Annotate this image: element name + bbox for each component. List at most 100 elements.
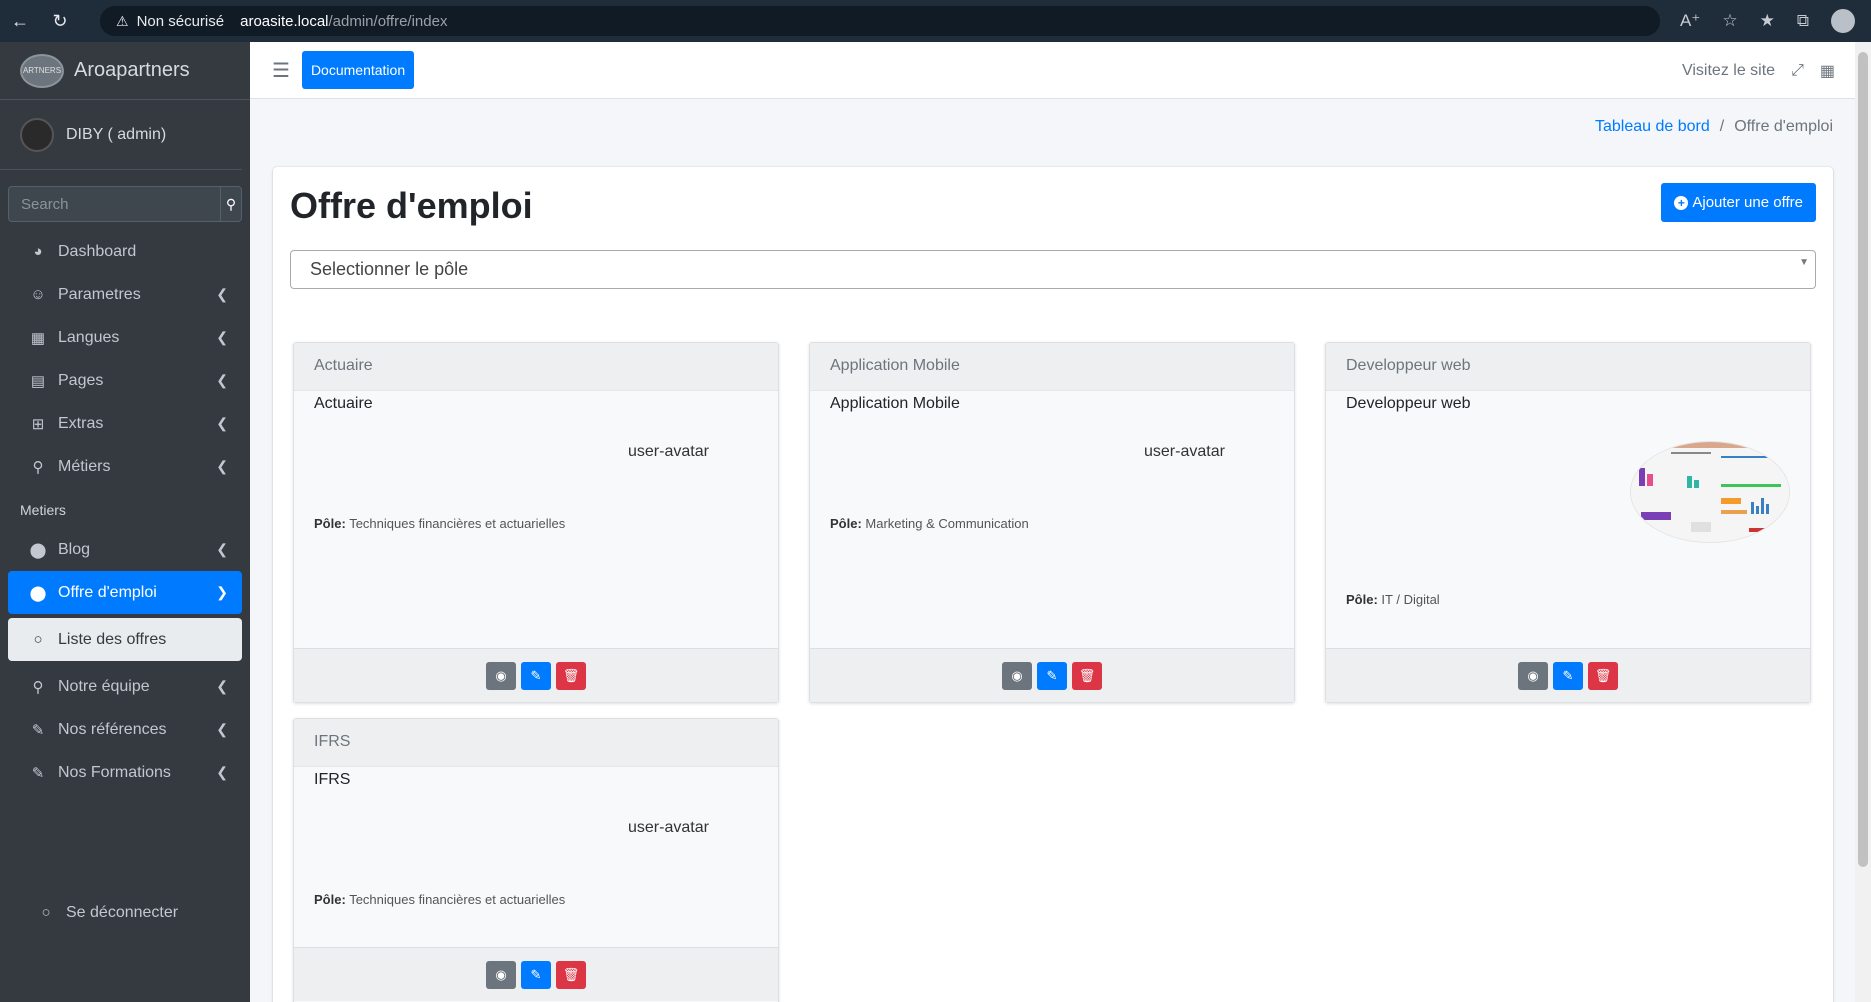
sidebar-item-label: Pages [58,371,104,389]
sidebar-item-nos-formations[interactable]: ✎ Nos Formations ❮ [8,751,242,794]
pole-label: Pôle: [314,516,346,531]
sidebar-item-langues[interactable]: ▦ Langues ❮ [8,316,242,359]
chevron-left-icon: ❮ [216,372,228,388]
search-icon: ⚲ [32,458,44,476]
add-offer-button[interactable]: + Ajouter une offre [1661,183,1816,222]
edit-icon: ✎ [530,667,542,683]
sidebar-item-label: Notre équipe [58,677,150,695]
offer-card-header: IFRS [294,719,778,767]
brand-logo-text: ARTNERS [22,66,62,75]
edit-button[interactable]: ✎ [521,661,551,690]
breadcrumb-separator: / [1719,118,1725,135]
edit-icon: ✎ [1562,667,1574,683]
fullscreen-icon[interactable]: ⤢ [1791,62,1804,80]
sidebar-item-dashboard[interactable]: ◕ Dashboard [8,230,242,273]
pole-label: Pôle: [314,892,346,907]
profile-icon[interactable] [1831,9,1855,33]
delete-button[interactable]: 🗑 [556,661,586,690]
address-bar[interactable]: ⚠ Non sécurisé aroasite.local/admin/offr… [100,6,1660,36]
main-card: Offre d'emploi + Ajouter une offre Selec… [273,167,1833,1002]
sidebar-item-blog[interactable]: ⬤ Blog ❮ [8,528,242,571]
breadcrumb: Tableau de bord / Offre d'emploi [1595,118,1833,136]
pole-select[interactable]: Selectionner le pôle ▼ [290,250,1816,289]
url-host: aroasite.local [240,12,329,30]
caret-down-icon: ▼ [1799,257,1809,268]
sidebar-item-offre-emploi[interactable]: ⬤ Offre d'emploi ❯ [8,571,242,614]
brand-logo: ARTNERS [20,53,64,88]
warning-icon: ⚠ [116,12,129,29]
user-panel[interactable]: DIBY ( admin) [0,100,242,170]
add-favorite-icon[interactable]: ☆ [1722,11,1737,31]
search-button[interactable]: ⚲ [220,186,242,222]
sidebar-item-parametres[interactable]: ☺ Parametres ❮ [8,273,242,316]
offer-card-actions: ◉ ✎ 🗑 [294,947,778,1001]
visit-site-link[interactable]: Visitez le site [1682,62,1775,80]
edit-button[interactable]: ✎ [1553,661,1583,690]
browser-toolbar: ← ↻ ⚠ Non sécurisé aroasite.local/admin/… [0,0,1871,42]
page-scrollbar[interactable] [1855,42,1871,1002]
sidebar-item-liste-offres[interactable]: ○ Liste des offres [8,618,242,661]
grid-icon[interactable]: ▦ [1820,61,1835,81]
pole-value: IT / Digital [1381,592,1440,607]
sidebar-item-extras[interactable]: ⊞ Extras ❮ [8,402,242,445]
edit-button[interactable]: ✎ [1037,661,1067,690]
trash-icon: 🗑 [562,667,580,683]
delete-button[interactable]: 🗑 [556,960,586,989]
read-aloud-icon[interactable]: A​⁺ [1680,11,1700,31]
offer-pole: Pôle: Techniques financières et actuarie… [314,892,565,907]
sidebar-item-notre-equipe[interactable]: ⚲ Notre équipe ❮ [8,665,242,708]
breadcrumb-home[interactable]: Tableau de bord [1595,118,1710,136]
sidebar-item-pages[interactable]: ▤ Pages ❮ [8,359,242,402]
edit-icon: ✎ [1046,667,1058,683]
scrollbar-thumb[interactable] [1858,52,1868,867]
back-icon[interactable]: ← [0,0,40,42]
offer-pole: Pôle: Techniques financières et actuarie… [314,516,565,531]
hamburger-icon[interactable]: ☰ [272,58,290,83]
view-button[interactable]: ◉ [486,661,516,690]
sidebar-item-label: Offre d'emploi [58,583,157,601]
offer-card-header: Actuaire [294,343,778,391]
sidebar-section-header: Metiers [20,502,66,518]
edit-button[interactable]: ✎ [521,960,551,989]
edit-icon: ✎ [530,966,542,982]
offer-card: Actuaire Actuaire user-avatar Pôle: Tech… [293,342,779,703]
sidebar-item-nos-references[interactable]: ✎ Nos références ❮ [8,708,242,751]
search-input[interactable] [8,186,220,222]
offer-pole: Pôle: Marketing & Communication [830,516,1029,531]
logout-link[interactable]: ○ Se déconnecter [16,891,234,934]
collections-icon[interactable]: ⧉ [1797,11,1809,31]
pole-value: Marketing & Communication [865,516,1029,531]
sidebar-item-metiers[interactable]: ⚲ Métiers ❮ [8,445,242,488]
circle-outline-icon: ○ [41,904,51,921]
sidebar-item-label: Nos Formations [58,763,171,781]
view-button[interactable]: ◉ [486,960,516,989]
offer-card-title: Developpeur web [1346,395,1471,412]
sidebar-item-label: Parametres [58,285,141,303]
sidebar-item-label: Langues [58,328,120,346]
view-button[interactable]: ◉ [1002,661,1032,690]
view-button[interactable]: ◉ [1518,661,1548,690]
offer-card: IFRS IFRS user-avatar Pôle: Techniques f… [293,718,779,1002]
offer-thumbnail [1630,441,1790,543]
brand-link[interactable]: ARTNERS Aroapartners [0,42,250,100]
favorites-icon[interactable]: ★ [1760,11,1775,31]
edit-icon: ✎ [31,764,45,782]
delete-button[interactable]: 🗑 [1588,661,1618,690]
delete-button[interactable]: 🗑 [1072,661,1102,690]
chevron-down-icon: ❯ [216,584,228,600]
dashboard-icon: ◕ [33,243,43,260]
users-icon: ☺ [30,286,46,303]
top-navbar: ☰ Documentation Visitez le site ⤢ ▦ [250,42,1855,99]
dashboard-preview-image [1631,442,1789,542]
documentation-button[interactable]: Documentation [301,51,415,89]
offer-card-header: Developpeur web [1326,343,1810,391]
language-icon: ▦ [30,329,46,347]
trash-icon: 🗑 [1594,667,1612,683]
pole-value: Techniques financières et actuarielles [349,516,566,531]
reload-icon[interactable]: ↻ [40,0,80,42]
chevron-left-icon: ❮ [216,541,228,557]
sidebar-search: ⚲ [8,186,242,222]
circle-icon: ⬤ [29,541,47,559]
offer-card-title: Application Mobile [830,395,960,412]
offer-card-title: Actuaire [314,395,373,412]
